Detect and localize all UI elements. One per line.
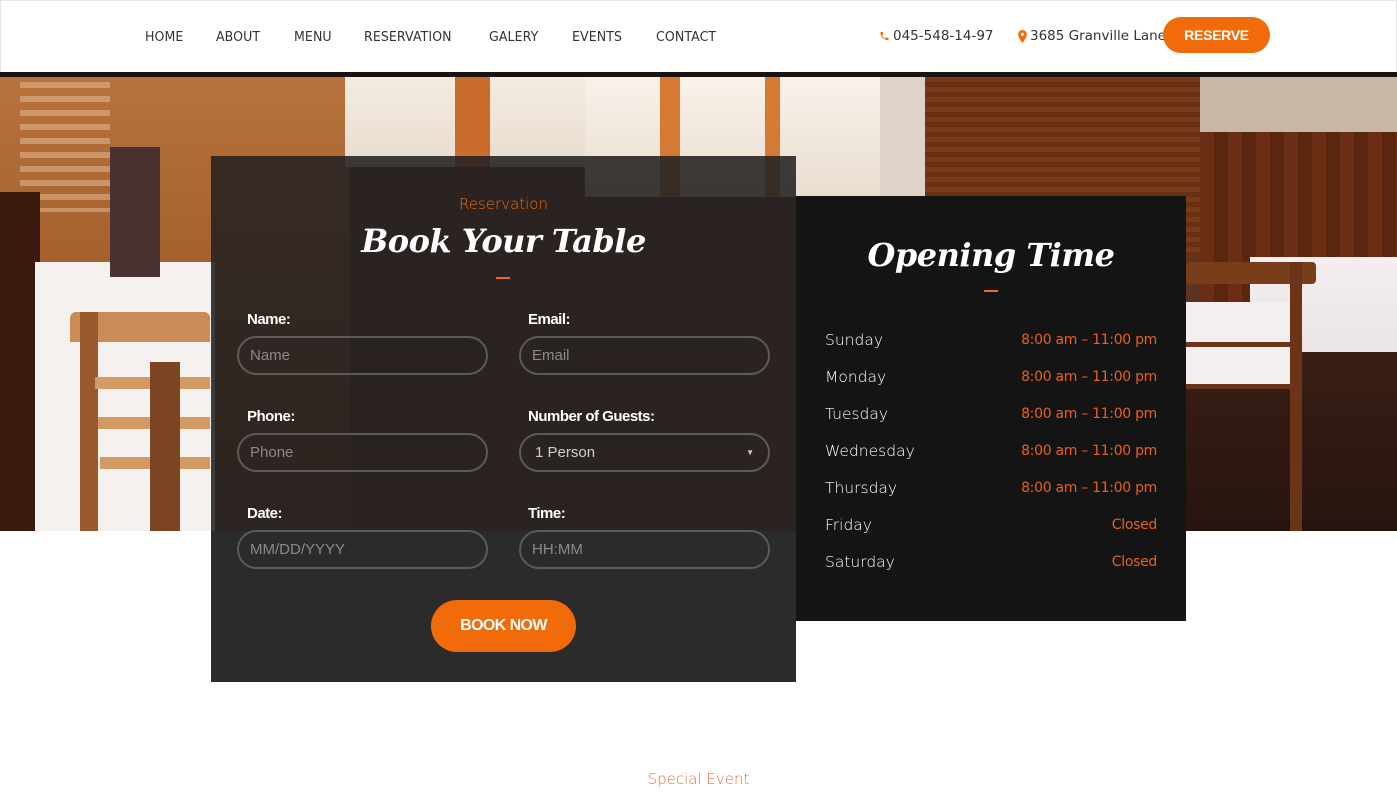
map-marker-icon [1018, 29, 1027, 43]
guests-selected-value: 1 Person [535, 444, 596, 461]
hours-day: Saturday [825, 553, 895, 571]
title-divider [496, 277, 510, 279]
nav-events[interactable]: EVENTS [572, 28, 622, 46]
guests-select[interactable]: 1 Person ▼ [519, 433, 770, 472]
opening-hours-card: Opening Time Sunday 8:00 am – 11:00 pm M… [796, 196, 1186, 621]
header-address[interactable]: 3685 Granville Lane [1018, 28, 1166, 44]
nav-about[interactable]: ABOUT [216, 28, 260, 46]
opening-title: Opening Time [867, 236, 1116, 274]
hours-day: Sunday [825, 331, 883, 349]
nav-home[interactable]: HOME [145, 28, 183, 46]
booking-eyebrow: Reservation [459, 195, 548, 213]
hours-day: Friday [825, 516, 872, 534]
phone-icon [879, 30, 890, 42]
date-input[interactable] [237, 530, 488, 569]
hours-day: Thursday [825, 479, 898, 497]
email-label: Email: [528, 311, 571, 328]
nav-contact[interactable]: CONTACT [656, 28, 716, 46]
hours-time: Closed [1111, 554, 1158, 570]
special-event-eyebrow: Special Event [647, 770, 750, 788]
hours-time: Closed [1111, 517, 1158, 533]
hours-time: 8:00 am – 11:00 pm [1021, 443, 1157, 459]
hours-row: Saturday Closed [825, 551, 1157, 573]
hours-day: Monday [825, 368, 887, 386]
hours-row: Tuesday 8:00 am – 11:00 pm [825, 403, 1157, 425]
address-text: 3685 Granville Lane [1030, 28, 1166, 44]
name-label: Name: [247, 311, 291, 328]
opening-title-divider [984, 290, 998, 292]
time-input[interactable] [519, 530, 770, 569]
hours-row: Thursday 8:00 am – 11:00 pm [825, 477, 1157, 499]
caret-down-icon: ▼ [746, 448, 754, 457]
hours-day: Wednesday [825, 442, 915, 460]
guests-label: Number of Guests: [528, 408, 655, 425]
hours-time: 8:00 am – 11:00 pm [1021, 369, 1157, 385]
hours-row: Sunday 8:00 am – 11:00 pm [825, 329, 1157, 351]
hours-time: 8:00 am – 11:00 pm [1021, 332, 1157, 348]
hours-row: Monday 8:00 am – 11:00 pm [825, 366, 1157, 388]
time-label: Time: [528, 505, 566, 522]
hours-day: Tuesday [825, 405, 889, 423]
date-label: Date: [247, 505, 283, 522]
book-now-button[interactable]: BOOK NOW [431, 600, 576, 652]
email-input[interactable] [519, 336, 770, 375]
hours-row: Wednesday 8:00 am – 11:00 pm [825, 440, 1157, 462]
phone-input[interactable] [237, 433, 488, 472]
site-header: HOME ABOUT MENU RESERVATION GALERY EVENT… [0, 0, 1397, 72]
phone-label: Phone: [247, 408, 295, 425]
nav-galery[interactable]: GALERY [489, 28, 538, 46]
hero-top-shadow [0, 72, 1397, 77]
booking-form-card: Reservation Book Your Table Name: Email:… [211, 156, 796, 682]
main-nav: HOME ABOUT MENU RESERVATION GALERY EVENT… [145, 28, 750, 46]
nav-menu[interactable]: MENU [294, 28, 332, 46]
booking-title: Book Your Table [361, 222, 646, 260]
hours-time: 8:00 am – 11:00 pm [1021, 480, 1157, 496]
hours-time: 8:00 am – 11:00 pm [1021, 406, 1157, 422]
reserve-button[interactable]: RESERVE [1163, 17, 1270, 53]
name-input[interactable] [237, 336, 488, 375]
header-phone[interactable]: 045-548-14-97 [879, 28, 994, 44]
nav-reservation[interactable]: RESERVATION [364, 28, 452, 46]
phone-number: 045-548-14-97 [893, 28, 994, 44]
hours-row: Friday Closed [825, 514, 1157, 536]
